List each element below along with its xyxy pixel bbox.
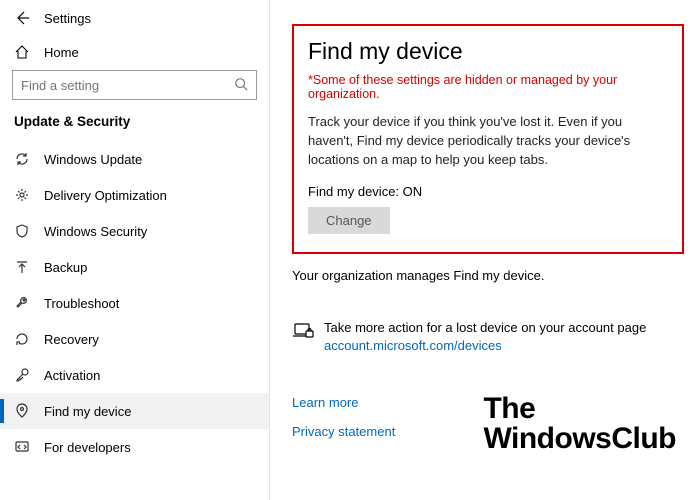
sidebar: Settings Home Update & Security: [0, 0, 270, 500]
change-button[interactable]: Change: [308, 207, 390, 234]
feature-description: Track your device if you think you've lo…: [308, 113, 668, 170]
page-title: Find my device: [308, 38, 668, 65]
sidebar-item-backup[interactable]: Backup: [0, 249, 269, 285]
settings-title: Settings: [44, 11, 91, 26]
sidebar-item-windows-security[interactable]: Windows Security: [0, 213, 269, 249]
managed-notice: *Some of these settings are hidden or ma…: [308, 73, 668, 101]
header-row: Settings: [0, 8, 269, 36]
nav-label: For developers: [44, 440, 131, 455]
wrench-icon: [14, 295, 30, 311]
footer-links: Learn more Privacy statement: [292, 395, 684, 439]
backup-icon: [14, 259, 30, 275]
sidebar-item-for-developers[interactable]: For developers: [0, 429, 269, 465]
delivery-icon: [14, 187, 30, 203]
sidebar-item-troubleshoot[interactable]: Troubleshoot: [0, 285, 269, 321]
sidebar-item-delivery-optimization[interactable]: Delivery Optimization: [0, 177, 269, 213]
recovery-icon: [14, 331, 30, 347]
nav-label: Delivery Optimization: [44, 188, 167, 203]
back-icon[interactable]: [14, 10, 30, 26]
more-action-text: Take more action for a lost device on yo…: [324, 319, 646, 337]
nav-label: Activation: [44, 368, 100, 383]
nav-label: Windows Security: [44, 224, 147, 239]
home-icon: [14, 44, 30, 60]
sync-icon: [14, 151, 30, 167]
sidebar-item-recovery[interactable]: Recovery: [0, 321, 269, 357]
category-label: Update & Security: [0, 110, 269, 141]
learn-more-link[interactable]: Learn more: [292, 395, 684, 410]
nav-label: Troubleshoot: [44, 296, 119, 311]
org-manages-text: Your organization manages Find my device…: [292, 268, 684, 283]
highlight-box: Find my device *Some of these settings a…: [292, 24, 684, 254]
nav-label: Backup: [44, 260, 87, 275]
main-content: Find my device *Some of these settings a…: [270, 0, 700, 500]
home-label: Home: [44, 45, 79, 60]
key-icon: [14, 367, 30, 383]
shield-icon: [14, 223, 30, 239]
status-label: Find my device: ON: [308, 184, 668, 199]
more-action-row: Take more action for a lost device on yo…: [292, 319, 684, 355]
nav-label: Windows Update: [44, 152, 142, 167]
nav-label: Recovery: [44, 332, 99, 347]
search-input[interactable]: [21, 78, 234, 93]
search-icon: [234, 77, 248, 94]
location-icon: [14, 403, 30, 419]
sidebar-item-activation[interactable]: Activation: [0, 357, 269, 393]
nav-label: Find my device: [44, 404, 131, 419]
sidebar-item-windows-update[interactable]: Windows Update: [0, 141, 269, 177]
sidebar-item-find-my-device[interactable]: Find my device: [0, 393, 269, 429]
laptop-lock-icon: [292, 321, 314, 344]
devices-link[interactable]: account.microsoft.com/devices: [324, 338, 502, 353]
privacy-link[interactable]: Privacy statement: [292, 424, 684, 439]
developer-icon: [14, 439, 30, 455]
search-box[interactable]: [12, 70, 257, 100]
nav-list: Windows Update Delivery Optimization Win…: [0, 141, 269, 500]
home-nav[interactable]: Home: [0, 36, 269, 70]
